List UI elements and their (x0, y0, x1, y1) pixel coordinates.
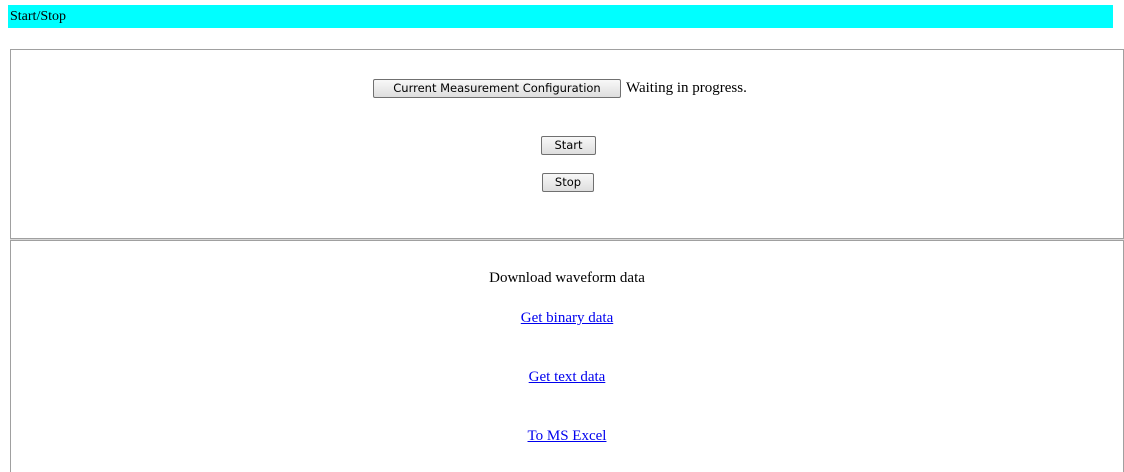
to-ms-excel-item: To MS Excel (11, 427, 1123, 445)
page-title-bar: Start/Stop (8, 5, 1113, 28)
get-text-data-link[interactable]: Get text data (529, 369, 606, 385)
get-text-data-item: Get text data (11, 368, 1123, 386)
start-button[interactable]: Start (541, 136, 596, 155)
status-text: Waiting in progress. (626, 80, 747, 96)
to-ms-excel-link[interactable]: To MS Excel (528, 428, 607, 444)
control-panel: Current Measurement Configuration Waitin… (10, 49, 1124, 239)
current-measurement-configuration-button[interactable]: Current Measurement Configuration (373, 79, 621, 98)
get-binary-data-item: Get binary data (11, 309, 1123, 327)
stop-button[interactable]: Stop (542, 173, 594, 192)
page-title: Start/Stop (10, 9, 67, 24)
download-panel: Download waveform data Get binary data G… (10, 240, 1124, 472)
download-heading: Download waveform data (489, 270, 645, 286)
get-binary-data-link[interactable]: Get binary data (521, 310, 613, 326)
